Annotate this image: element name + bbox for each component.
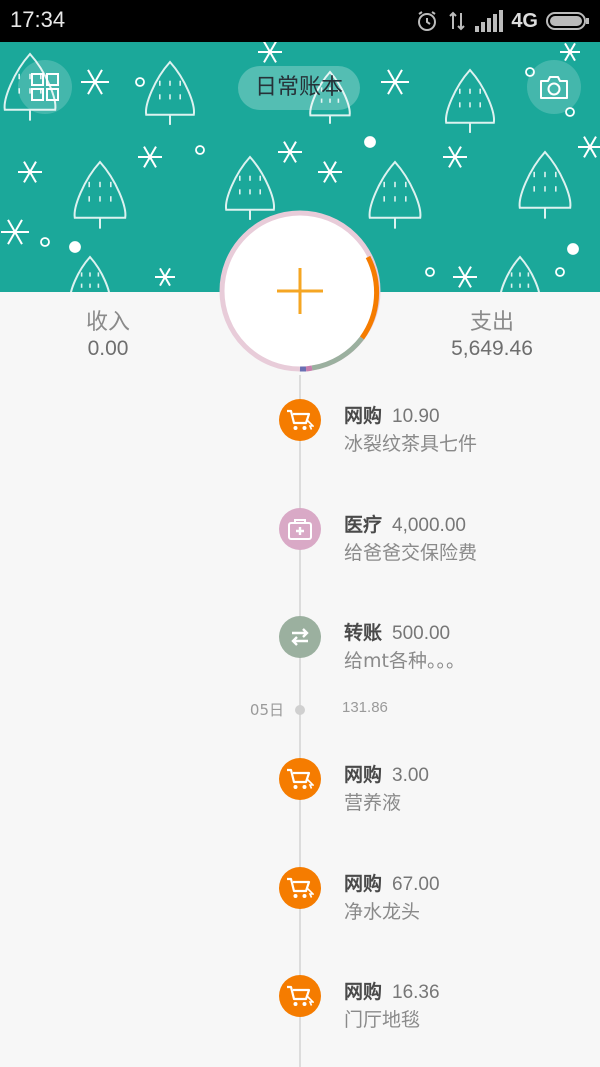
menu-button[interactable] bbox=[18, 60, 72, 114]
snowflake-shape bbox=[443, 146, 467, 168]
snowflake-shape bbox=[381, 69, 409, 95]
list-item[interactable]: 转账 500.00 给mt各种。。。 bbox=[0, 616, 600, 686]
dot-shape bbox=[567, 243, 579, 255]
snowflake-shape bbox=[138, 146, 162, 168]
add-entry-button[interactable] bbox=[216, 207, 384, 375]
entry-note: 冰裂纹茶具七件 bbox=[344, 433, 478, 455]
entry-category: 网购 bbox=[344, 405, 383, 427]
data-transfer-icon bbox=[449, 11, 466, 31]
tree-shape bbox=[70, 255, 110, 292]
cart-icon bbox=[279, 758, 321, 800]
entry-note: 给爸爸交保险费 bbox=[344, 542, 478, 564]
income-label: 收入 bbox=[85, 310, 130, 335]
tree-shape bbox=[500, 255, 540, 292]
status-icons: 4G bbox=[415, 6, 590, 36]
dot-shape bbox=[555, 267, 565, 277]
tree-shape bbox=[145, 60, 195, 125]
battery-icon bbox=[546, 12, 589, 30]
timeline-line bbox=[299, 375, 301, 1067]
camera-icon bbox=[540, 76, 568, 99]
list-item[interactable]: 医疗 4,000.00 给爸爸交保险费 bbox=[0, 508, 600, 578]
tree-shape bbox=[73, 160, 127, 229]
entry-category: 网购 bbox=[344, 764, 383, 786]
entry-category: 医疗 bbox=[344, 514, 383, 536]
entry-note: 营养液 bbox=[344, 792, 402, 814]
dot-shape bbox=[40, 237, 50, 247]
cart-icon bbox=[279, 867, 321, 909]
status-time: 17:34 bbox=[10, 7, 66, 32]
book-title-button[interactable]: 日常账本 bbox=[238, 66, 360, 110]
snowflake-shape bbox=[18, 161, 42, 183]
grid-icon bbox=[31, 73, 59, 101]
list-item[interactable]: 网购 3.00 营养液 bbox=[0, 758, 600, 828]
list-item[interactable]: 网购 10.90 冰裂纹茶具七件 bbox=[0, 399, 600, 469]
dot-shape bbox=[425, 267, 435, 277]
snowflake-shape bbox=[1, 219, 29, 245]
entry-amount: 10.90 bbox=[392, 406, 440, 427]
snowflake-shape bbox=[81, 69, 109, 95]
cart-icon bbox=[279, 399, 321, 441]
list-item[interactable]: 网购 67.00 净水龙头 bbox=[0, 867, 600, 937]
list-item[interactable]: 网购 16.36 门厅地毯 bbox=[0, 975, 600, 1045]
dot-shape bbox=[195, 145, 205, 155]
entry-amount: 500.00 bbox=[392, 623, 451, 644]
entry-category: 转账 bbox=[344, 622, 383, 644]
day-dot bbox=[295, 705, 305, 715]
network-type: 4G bbox=[511, 9, 538, 32]
entry-note: 净水龙头 bbox=[344, 901, 421, 923]
entry-category: 网购 bbox=[344, 873, 383, 895]
entry-note: 给mt各种。。。 bbox=[344, 650, 465, 672]
snowflake-shape bbox=[258, 42, 282, 63]
day-total: 131.86 bbox=[342, 699, 388, 716]
snowflake-shape bbox=[578, 136, 600, 158]
transfer-icon bbox=[279, 616, 321, 658]
status-bar: 17:34 4G bbox=[0, 0, 600, 42]
entry-category: 网购 bbox=[344, 981, 383, 1003]
entry-note: 门厅地毯 bbox=[344, 1009, 421, 1031]
alarm-icon bbox=[418, 11, 437, 31]
snowflake-shape bbox=[155, 267, 175, 287]
snowflake-shape bbox=[560, 42, 580, 62]
tree-shape bbox=[445, 68, 495, 133]
income-value: 0.00 bbox=[87, 337, 129, 360]
dot-shape bbox=[69, 241, 81, 253]
dot-shape bbox=[135, 77, 145, 87]
snowflake-shape bbox=[278, 141, 302, 163]
day-separator: 05日 131.86 bbox=[0, 699, 600, 721]
cart-icon bbox=[279, 975, 321, 1017]
entry-amount: 16.36 bbox=[392, 982, 440, 1003]
dot-shape bbox=[364, 136, 376, 148]
signal-icon bbox=[475, 10, 504, 32]
snowflake-shape bbox=[318, 161, 342, 183]
tree-shape bbox=[518, 150, 572, 219]
expense-value: 5,649.46 bbox=[451, 337, 533, 360]
plus-icon bbox=[277, 268, 323, 314]
day-date: 05日 bbox=[249, 701, 284, 719]
expense-label: 支出 bbox=[469, 310, 514, 335]
camera-button[interactable] bbox=[527, 60, 581, 114]
entry-amount: 3.00 bbox=[392, 765, 429, 786]
entry-amount: 4,000.00 bbox=[392, 515, 466, 536]
snowflake-shape bbox=[453, 266, 477, 288]
entry-amount: 67.00 bbox=[392, 874, 440, 895]
medical-kit-icon bbox=[279, 508, 321, 550]
